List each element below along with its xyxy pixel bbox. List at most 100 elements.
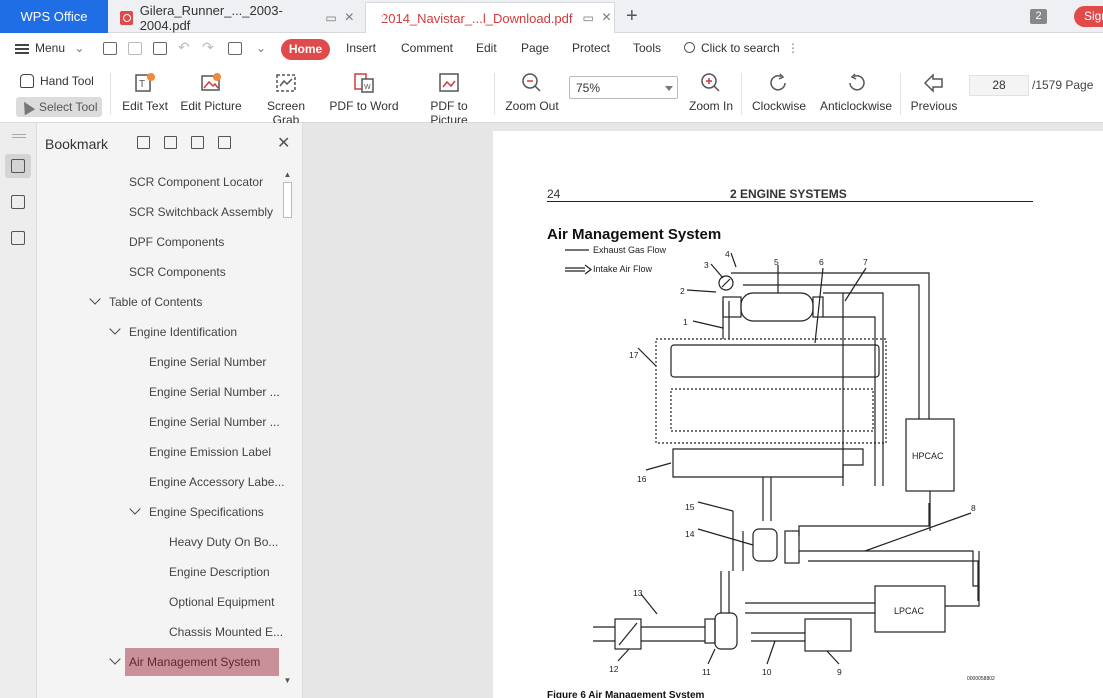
menu-button[interactable]: Menu ⌄ bbox=[15, 41, 84, 55]
previous-page-button[interactable]: Previous bbox=[909, 71, 959, 113]
document-viewer[interactable]: 24 2 ENGINE SYSTEMS Air Management Syste… bbox=[304, 123, 1103, 698]
open-folder-icon[interactable] bbox=[103, 42, 117, 55]
tab-count-badge[interactable]: 2 bbox=[1030, 9, 1047, 24]
bookmark-item[interactable]: SCR Switchback Assembly bbox=[129, 200, 273, 224]
bookmark-item[interactable]: Engine Serial Number ... bbox=[149, 380, 280, 404]
ribbon-toolbar: Hand Tool Select Tool T Edit Text Edit P… bbox=[0, 65, 1103, 127]
hand-tool-button[interactable]: Hand Tool bbox=[20, 74, 94, 88]
bookmark-item[interactable]: Engine Accessory Labe... bbox=[149, 470, 284, 494]
legend-intake-label: Intake Air Flow bbox=[593, 264, 653, 274]
edit-picture-icon bbox=[201, 73, 221, 91]
screen-grab-button[interactable]: Screen Grab bbox=[253, 71, 319, 127]
undo-icon[interactable]: ↶ bbox=[178, 39, 190, 56]
page-number-input[interactable]: 28 bbox=[969, 75, 1029, 96]
bookmark-item[interactable]: Optional Equipment bbox=[169, 590, 274, 614]
bookmark-item[interactable]: Engine Identification bbox=[129, 320, 237, 344]
bookmark-item[interactable]: Engine Serial Number bbox=[149, 350, 266, 374]
zoom-level-select[interactable]: 75% bbox=[569, 76, 678, 99]
bookmark-panel-button[interactable] bbox=[5, 154, 31, 178]
chevron-down-icon[interactable] bbox=[111, 325, 119, 333]
bookmark-item[interactable]: Engine Specifications bbox=[149, 500, 264, 524]
callout-label: 13 bbox=[633, 588, 643, 598]
pdf-to-picture-button[interactable]: PDF to Picture bbox=[411, 71, 487, 127]
hand-icon bbox=[20, 74, 34, 88]
bookmark-item[interactable]: SCR Components bbox=[129, 260, 226, 284]
tab-comment[interactable]: Comment bbox=[401, 41, 453, 55]
chevron-down-icon[interactable] bbox=[131, 505, 139, 513]
callout-label: 5 bbox=[774, 257, 779, 267]
document-tab-navistar[interactable]: 2014_Navistar_...l_Download.pdf ▭ × bbox=[365, 2, 615, 33]
save-icon[interactable] bbox=[128, 42, 142, 55]
select-tool-button[interactable]: Select Tool bbox=[16, 97, 103, 117]
bookmark-panel-title: Bookmark bbox=[45, 136, 109, 152]
tab-edit[interactable]: Edit bbox=[476, 41, 497, 55]
pdf-to-word-button[interactable]: W PDF to Word bbox=[329, 71, 399, 113]
tab-tools[interactable]: Tools bbox=[633, 41, 661, 55]
bookmark-item[interactable]: Engine Serial Number ... bbox=[149, 410, 280, 434]
zoom-in-button[interactable]: Zoom In bbox=[688, 71, 734, 113]
scroll-up-icon[interactable]: ▲ bbox=[281, 168, 294, 181]
anticlockwise-label: Anticlockwise bbox=[819, 99, 893, 113]
bookmark-item[interactable]: Chassis Mounted E... bbox=[169, 620, 283, 644]
signature-icon bbox=[11, 231, 25, 245]
tab-protect[interactable]: Protect bbox=[572, 41, 610, 55]
bookmark-item[interactable]: Heavy Duty On Bo... bbox=[169, 530, 278, 554]
rotate-clockwise-button[interactable]: Clockwise bbox=[751, 71, 807, 113]
search-placeholder: Click to search bbox=[701, 41, 780, 55]
sign-in-button[interactable]: Sign bbox=[1074, 6, 1103, 27]
document-tab-label: 2014_Navistar_...l_Download.pdf bbox=[381, 10, 573, 26]
bookmark-settings-icon[interactable] bbox=[218, 136, 231, 149]
pdf-to-word-icon: W bbox=[354, 73, 374, 93]
more-icon[interactable]: ⋮ bbox=[787, 41, 799, 55]
edit-text-label: Edit Text bbox=[122, 99, 168, 113]
callout-label: 4 bbox=[725, 249, 730, 259]
close-icon[interactable]: × bbox=[602, 9, 611, 27]
tab-insert[interactable]: Insert bbox=[346, 41, 376, 55]
zoom-out-button[interactable]: Zoom Out bbox=[503, 71, 561, 113]
search-box[interactable]: Click to search ⋮ bbox=[684, 41, 799, 55]
close-icon[interactable]: ✕ bbox=[277, 133, 290, 153]
zoom-out-icon bbox=[522, 73, 541, 92]
bookmark-item[interactable]: Engine Description bbox=[169, 560, 270, 584]
separator bbox=[741, 73, 742, 115]
bookmark-item[interactable]: Engine Emission Label bbox=[149, 440, 271, 464]
bookmark-scrollbar[interactable]: ▲ ▼ bbox=[281, 168, 294, 687]
callout-label: 7 bbox=[863, 257, 868, 267]
cursor-icon bbox=[18, 98, 36, 116]
add-bookmark-icon[interactable] bbox=[137, 136, 150, 149]
scroll-down-icon[interactable]: ▼ bbox=[281, 674, 294, 687]
app-tab[interactable]: WPS Office bbox=[0, 0, 108, 33]
collapse-all-icon[interactable] bbox=[164, 136, 177, 149]
pin-icon[interactable]: ▭ bbox=[325, 11, 336, 25]
signature-panel-button[interactable] bbox=[5, 226, 31, 250]
tab-page[interactable]: Page bbox=[521, 41, 549, 55]
chevron-down-icon[interactable] bbox=[111, 655, 119, 663]
close-icon[interactable]: × bbox=[345, 9, 354, 27]
thumbnail-panel-button[interactable] bbox=[5, 190, 31, 214]
expand-all-icon[interactable] bbox=[191, 136, 204, 149]
bookmark-item[interactable]: DPF Components bbox=[129, 230, 224, 254]
redo-icon[interactable]: ↷ bbox=[202, 39, 214, 56]
rotate-anticlockwise-button[interactable]: Anticlockwise bbox=[818, 71, 894, 113]
header-rule bbox=[547, 201, 1033, 202]
bookmark-item-selected[interactable]: Air Management System bbox=[125, 648, 279, 676]
bookmark-item[interactable]: Table of Contents bbox=[109, 290, 202, 314]
edit-picture-button[interactable]: Edit Picture bbox=[180, 71, 242, 113]
more-quick-actions-icon[interactable]: ⌄ bbox=[256, 41, 266, 55]
print-icon[interactable] bbox=[153, 42, 167, 55]
callout-label: 11 bbox=[702, 667, 711, 677]
pin-icon[interactable]: ▭ bbox=[583, 11, 594, 25]
document-tab-gilera[interactable]: Gilera_Runner_..._2003-2004.pdf ▭ × bbox=[112, 2, 362, 33]
zoom-in-label: Zoom In bbox=[688, 99, 733, 113]
hand-tool-label: Hand Tool bbox=[40, 74, 94, 88]
callout-label: 8 bbox=[971, 503, 976, 513]
export-icon[interactable] bbox=[228, 42, 242, 55]
pdf-to-word-label: PDF to Word bbox=[329, 99, 399, 113]
new-tab-button[interactable]: + bbox=[626, 5, 638, 28]
bookmark-item[interactable]: SCR Component Locator bbox=[129, 170, 263, 194]
previous-label: Previous bbox=[910, 99, 958, 113]
chevron-down-icon[interactable] bbox=[91, 295, 99, 303]
edit-text-button[interactable]: T Edit Text bbox=[121, 71, 169, 113]
scrollbar-thumb[interactable] bbox=[283, 182, 292, 218]
tab-home[interactable]: Home bbox=[281, 39, 330, 60]
